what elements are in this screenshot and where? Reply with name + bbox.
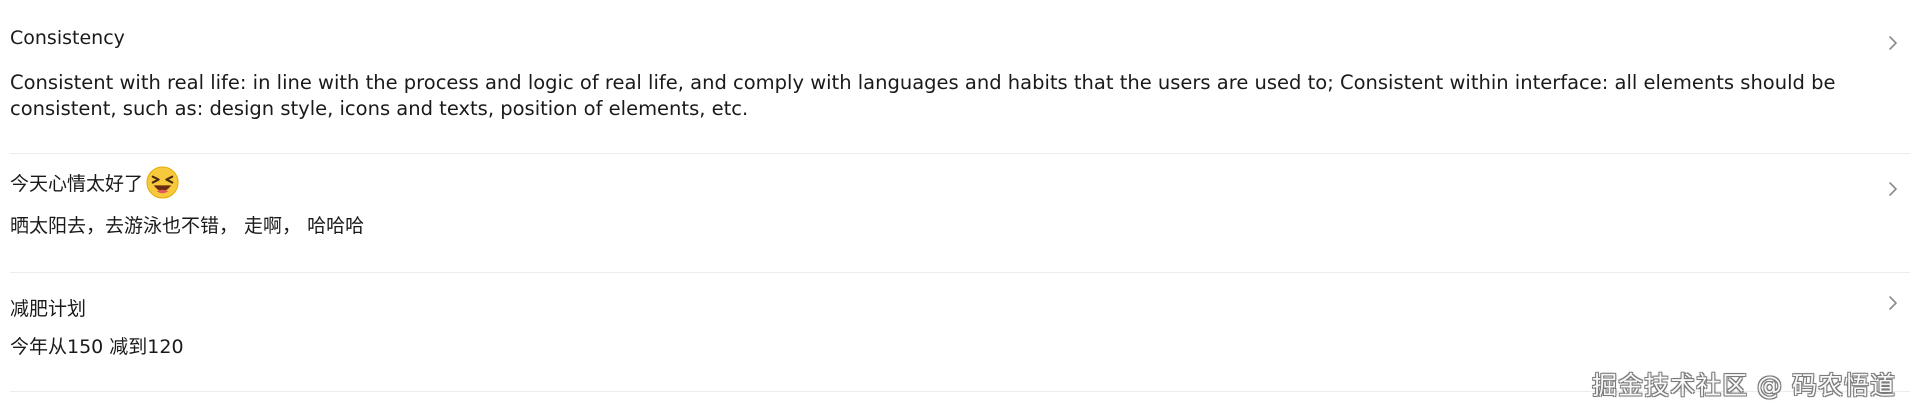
list-item[interactable]: 今天心情太好了 晒太阳去，去游泳也不错， 走啊， 哈哈哈 <box>10 154 1910 273</box>
item-title: 减肥计划 <box>10 298 87 320</box>
chevron-right-icon[interactable] <box>1878 28 1908 58</box>
item-list: Consistency Consistent with real life: i… <box>10 0 1910 392</box>
chevron-right-icon[interactable] <box>1878 174 1908 204</box>
chevron-right-icon[interactable] <box>1878 288 1908 318</box>
item-description: 晒太阳去，去游泳也不错， 走啊， 哈哈哈 <box>10 215 365 237</box>
item-description: 今年从150 减到120 <box>10 336 184 358</box>
item-description: Consistent with real life: in line with … <box>10 71 1836 120</box>
laughing-face-icon <box>145 165 180 200</box>
item-title: Consistency <box>10 27 125 49</box>
watermark: 掘金技术社区 @ 码农悟道 <box>1592 371 1896 400</box>
item-title-row: 今天心情太好了 <box>10 165 180 200</box>
list-item[interactable]: Consistency Consistent with real life: i… <box>10 0 1910 154</box>
item-title: 今天心情太好了 <box>10 173 144 195</box>
